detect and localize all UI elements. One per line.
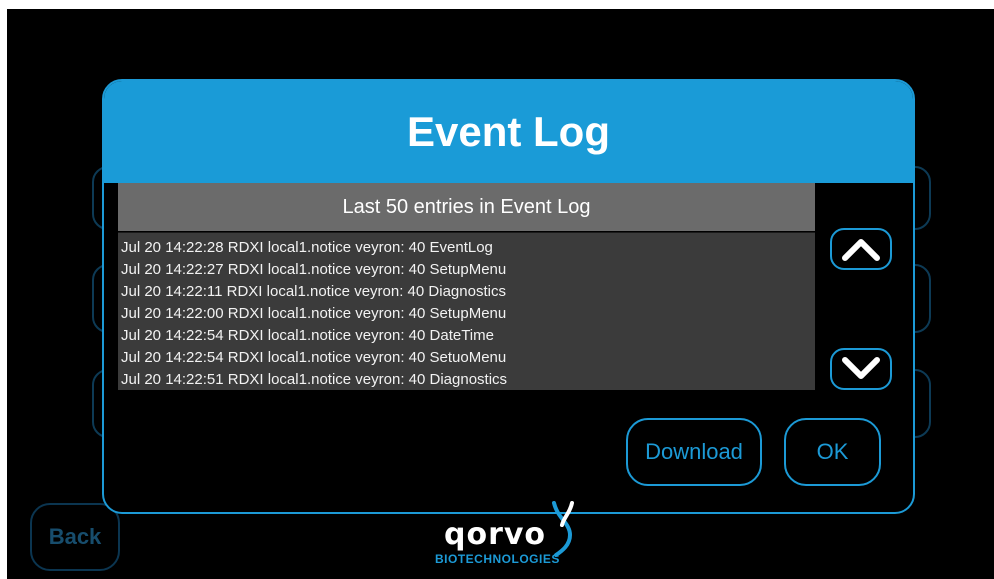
log-entry: Jul 20 14:22:51 RDXI local1.notice veyro… [121, 371, 508, 388]
event-log-dialog: Event Log Last 50 entries in Event Log J… [102, 79, 915, 514]
scroll-up-button[interactable] [830, 228, 892, 270]
log-entry: Jul 20 14:22:54 RDXI local1.notice veyro… [121, 349, 507, 366]
download-button[interactable]: Download [626, 418, 762, 486]
scroll-down-button[interactable] [830, 348, 892, 390]
chevron-down-icon [842, 357, 880, 379]
app-screen: Back Event Log Last 50 entries in Event … [7, 9, 994, 579]
back-button[interactable]: Back [30, 503, 120, 571]
log-list-header: Last 50 entries in Event Log [118, 183, 815, 231]
dialog-title: Event Log [406, 108, 610, 155]
logo-subtitle: BIOTECHNOLOGIES [435, 552, 560, 566]
chevron-up-icon [842, 239, 880, 261]
log-entry: Jul 20 14:22:54 RDXI local1.notice veyro… [121, 327, 494, 344]
logo-wordmark: qorvo [444, 517, 547, 552]
qorvo-logo: qorvo BIOTECHNOLOGIES [430, 501, 580, 573]
log-entry: Jul 20 14:22:27 RDXI local1.notice veyro… [121, 261, 507, 278]
log-entry: Jul 20 14:22:28 RDXI local1.notice veyro… [121, 239, 493, 256]
log-entry: Jul 20 14:22:00 RDXI local1.notice veyro… [121, 305, 507, 322]
dialog-header: Event Log [104, 81, 913, 183]
event-log-list[interactable]: Jul 20 14:22:28 RDXI local1.notice veyro… [118, 232, 815, 390]
helix-icon [552, 501, 574, 557]
log-entry: Jul 20 14:22:11 RDXI local1.notice veyro… [121, 283, 506, 300]
ok-button[interactable]: OK [784, 418, 881, 486]
